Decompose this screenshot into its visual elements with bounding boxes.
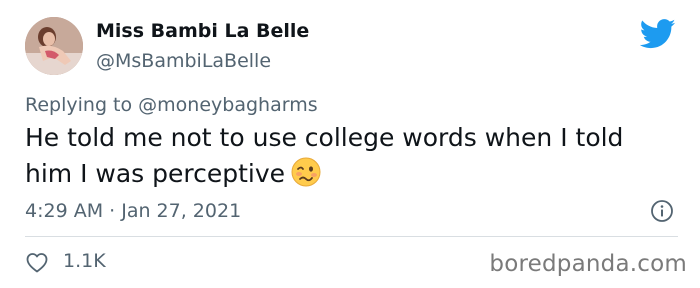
tweet-timestamp[interactable]: 4:29 AM · Jan 27, 2021 (25, 200, 241, 222)
replying-prefix: Replying to (25, 94, 139, 116)
reply-mention-link[interactable]: @moneybagharms (138, 94, 317, 116)
heart-icon[interactable] (25, 251, 49, 273)
replying-to: Replying to @moneybagharms (25, 94, 318, 116)
tweet-text: He told me not to use college words when… (25, 120, 665, 192)
woozy-face-icon (291, 157, 321, 187)
avatar[interactable] (25, 17, 83, 75)
watermark: boredpanda.com (489, 251, 687, 277)
info-icon[interactable] (650, 199, 674, 223)
avatar-photo (25, 17, 83, 75)
user-handle[interactable]: @MsBambiLaBelle (96, 50, 271, 72)
twitter-bird-icon[interactable] (640, 19, 676, 49)
tweet-body: He told me not to use college words when… (25, 123, 624, 188)
divider (25, 236, 678, 237)
display-name[interactable]: Miss Bambi La Belle (96, 20, 309, 42)
like-count: 1.1K (63, 250, 106, 272)
